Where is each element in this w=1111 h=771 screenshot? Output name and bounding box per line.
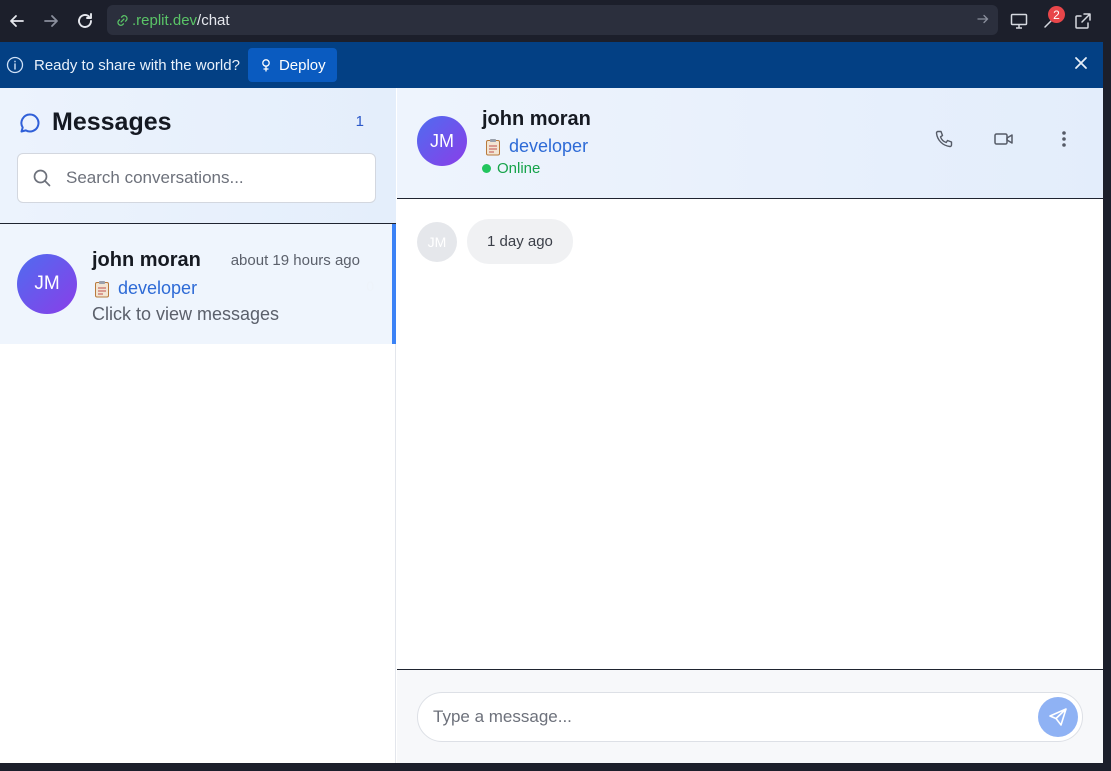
more-options-icon[interactable]: [1053, 128, 1075, 150]
messages-heading: Messages: [18, 108, 172, 137]
chat-header: JM john moran developer Online: [397, 88, 1103, 199]
status-text: Online: [497, 160, 541, 177]
conversation-item[interactable]: JM john moran about 19 hours ago develop…: [0, 224, 396, 344]
chat-panel: JM john moran developer Online JM 1 day …: [397, 88, 1103, 763]
video-icon[interactable]: [993, 128, 1015, 150]
message-composer: Type a message...: [397, 669, 1103, 763]
deploy-banner: Ready to share with the world? Deploy: [0, 42, 1103, 88]
contact-name: john moran: [482, 108, 591, 130]
tools-icon[interactable]: 2: [1035, 4, 1067, 38]
page-title: Messages: [52, 108, 172, 136]
banner-text: Ready to share with the world?: [34, 56, 240, 74]
chat-actions: [933, 128, 1075, 150]
role-label: developer: [118, 278, 198, 298]
message-preview: Click to view messages: [92, 304, 280, 324]
conversation-sidebar: Messages 1 Search conversations... JM jo…: [0, 88, 396, 763]
link-icon: [115, 13, 130, 28]
status-dot: [482, 164, 491, 173]
search-placeholder: Search conversations...: [66, 168, 244, 187]
search-icon: [32, 168, 52, 188]
url-domain: .replit.dev: [132, 11, 198, 29]
message-input[interactable]: Type a message...: [417, 692, 1083, 742]
address-bar[interactable]: .replit.dev/chat: [107, 5, 998, 35]
monitor-icon[interactable]: [1003, 4, 1035, 38]
close-icon[interactable]: [1073, 55, 1089, 76]
online-status: Online: [482, 160, 540, 177]
avatar: JM: [417, 116, 467, 166]
browser-toolbar: .replit.dev/chat 2: [0, 0, 1111, 42]
url-path: /chat: [197, 11, 230, 29]
chat-app: Messages 1 Search conversations... JM jo…: [0, 88, 1103, 763]
external-link-icon[interactable]: [1067, 4, 1099, 38]
message-bubble: 1 day ago: [467, 219, 573, 264]
go-arrow-icon[interactable]: [976, 12, 990, 30]
forward-icon[interactable]: [34, 4, 68, 38]
clipboard-icon: [94, 280, 110, 298]
role-label: developer: [509, 136, 589, 156]
info-icon: [6, 56, 24, 74]
deploy-label: Deploy: [278, 56, 326, 74]
timestamp: about 19 hours ago: [230, 252, 360, 269]
window-edge: [1103, 42, 1111, 771]
send-button[interactable]: [1038, 697, 1078, 737]
send-icon: [1048, 707, 1068, 727]
active-indicator: [392, 224, 396, 344]
unread-count: 0: [366, 278, 374, 294]
contact-role: developer: [94, 278, 197, 299]
clipboard-icon: [485, 138, 501, 156]
browser-actions: 2: [1003, 0, 1111, 42]
deploy-icon: [259, 58, 273, 72]
reload-icon[interactable]: [68, 4, 102, 38]
message-item: JM 1 day ago: [417, 219, 573, 264]
conversation-count-badge: 1: [355, 113, 364, 130]
sidebar-header: Messages 1 Search conversations...: [0, 88, 396, 224]
notification-badge: 2: [1048, 6, 1065, 23]
avatar: JM: [17, 254, 77, 314]
phone-icon[interactable]: [933, 128, 955, 150]
browser-window: .replit.dev/chat 2 Ready to share with t…: [0, 0, 1111, 771]
contact-name: john moran: [92, 249, 201, 271]
back-icon[interactable]: [0, 4, 34, 38]
chat-bubble-icon: [18, 111, 42, 135]
window-edge: [0, 763, 1111, 771]
avatar: JM: [417, 221, 457, 262]
message-placeholder: Type a message...: [433, 707, 572, 726]
contact-role: developer: [485, 136, 588, 157]
search-input[interactable]: Search conversations...: [17, 153, 376, 203]
deploy-button[interactable]: Deploy: [247, 48, 337, 82]
message-list: JM 1 day ago: [397, 199, 1103, 669]
